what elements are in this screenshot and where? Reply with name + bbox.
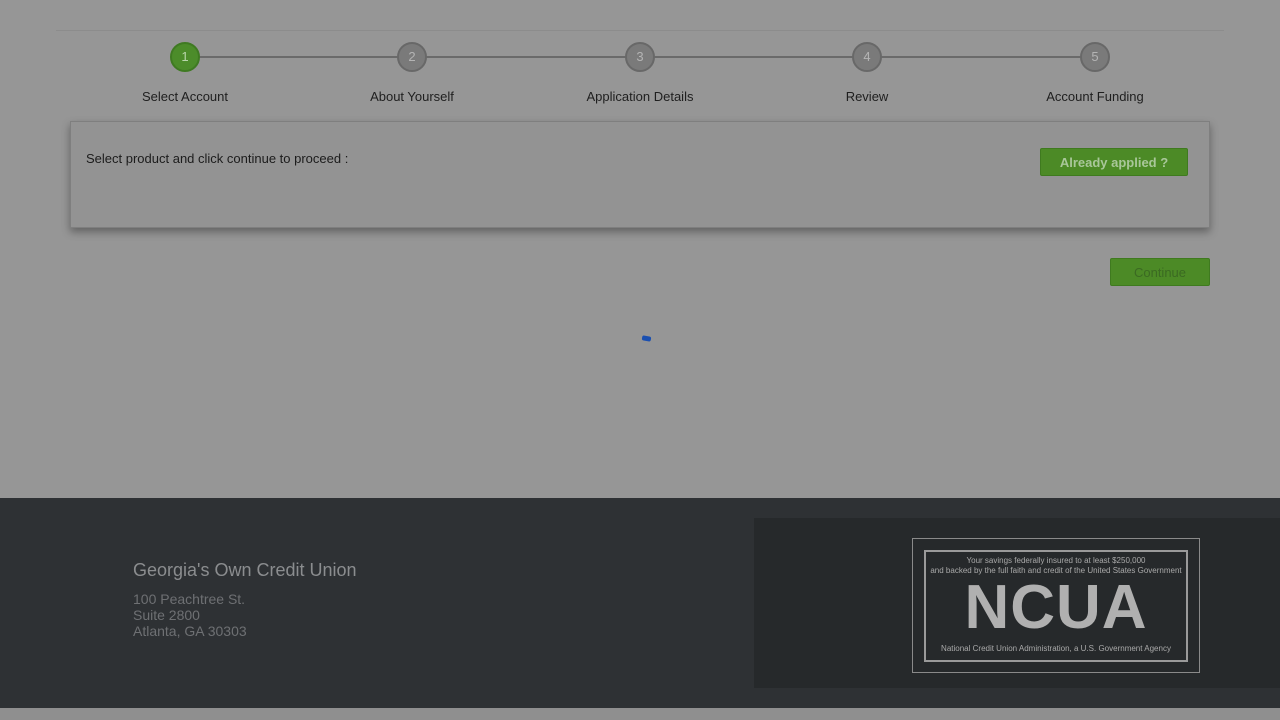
- footer-org-name: Georgia's Own Credit Union: [133, 560, 357, 580]
- step-label: Select Account: [142, 89, 228, 104]
- already-applied-button[interactable]: Already applied ?: [1040, 148, 1188, 176]
- continue-button[interactable]: Continue: [1110, 258, 1210, 286]
- site-footer: Georgia's Own Credit Union 100 Peachtree…: [0, 498, 1280, 708]
- step-review[interactable]: 4 Review: [787, 42, 947, 104]
- top-divider: [56, 30, 1224, 31]
- step-label: Application Details: [586, 89, 694, 104]
- footer-address-line: Atlanta, GA 30303: [133, 623, 247, 639]
- step-label: About Yourself: [370, 89, 454, 104]
- progress-stepper: 1 Select Account 2 About Yourself 3 Appl…: [70, 42, 1210, 112]
- step-number-badge: 1: [170, 42, 200, 72]
- product-selection-panel: Select product and click continue to pro…: [70, 121, 1210, 228]
- seal-top-line: Your savings federally insured to at lea…: [966, 556, 1146, 565]
- ncua-seal-inner: Your savings federally insured to at lea…: [924, 550, 1188, 662]
- ncua-logo-text: NCUA: [964, 573, 1148, 642]
- step-select-account[interactable]: 1 Select Account: [105, 42, 265, 104]
- step-application-details[interactable]: 3 Application Details: [560, 42, 720, 104]
- footer-address-line: Suite 2800: [133, 607, 200, 623]
- instruction-text: Select product and click continue to pro…: [86, 151, 349, 166]
- ncua-seal: Your savings federally insured to at lea…: [912, 538, 1200, 673]
- step-number-badge: 3: [625, 42, 655, 72]
- step-number-badge: 4: [852, 42, 882, 72]
- footer-address-line: 100 Peachtree St.: [133, 591, 246, 607]
- step-number-badge: 2: [397, 42, 427, 72]
- footer-bottom-strip: [0, 708, 1280, 720]
- step-account-funding[interactable]: 5 Account Funding: [1015, 42, 1175, 104]
- seal-bottom-line: National Credit Union Administration, a …: [941, 644, 1171, 653]
- insurance-seal-area: Your savings federally insured to at lea…: [754, 518, 1280, 688]
- step-number-badge: 5: [1080, 42, 1110, 72]
- step-about-yourself[interactable]: 2 About Yourself: [332, 42, 492, 104]
- loading-spinner-icon: [641, 335, 652, 342]
- step-label: Review: [845, 89, 889, 104]
- step-label: Account Funding: [1046, 89, 1144, 104]
